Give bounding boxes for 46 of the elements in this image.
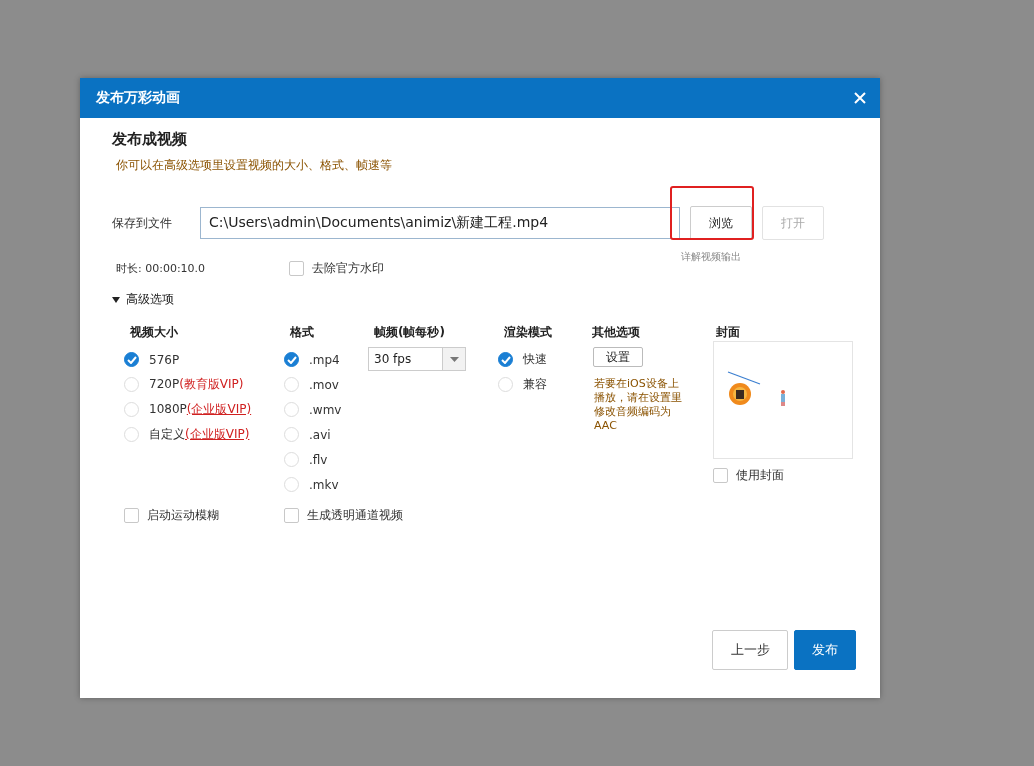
note-text: 若要在iOS设备上播放，请在设置里修改音频编码为AAC	[594, 377, 683, 433]
heading: 发布成视频	[112, 130, 188, 149]
checkbox[interactable]	[124, 508, 139, 523]
column-title: 其他选项	[592, 324, 640, 341]
close-icon[interactable]	[854, 92, 866, 104]
checkbox-label: 使用封面	[736, 467, 784, 484]
column-title: 渲染模式	[504, 324, 552, 341]
option-label: .wmv	[309, 402, 342, 417]
option-label: .mov	[309, 377, 339, 392]
checkbox-label: 启动运动模糊	[147, 507, 219, 524]
option-label: .flv	[309, 452, 328, 467]
column-title: 格式	[290, 324, 314, 341]
duration-text: 时长: 00:00:10.0	[116, 261, 207, 276]
settings-button[interactable]: 设置	[593, 347, 643, 367]
subtitle: 你可以在高级选项里设置视频的大小、格式、帧速等	[115, 157, 393, 174]
option-label: 576P	[149, 352, 180, 367]
help-link[interactable]: 详解视频输出	[681, 250, 741, 264]
option-label: .mp4	[309, 352, 340, 367]
file-button[interactable]: 浏览	[690, 206, 752, 240]
radio-button[interactable]	[284, 352, 299, 367]
column-title: 封面	[716, 324, 740, 341]
section-label: 高级选项	[126, 291, 174, 308]
publish-button[interactable]: 发布	[794, 630, 856, 670]
fps-dropdown[interactable]: 30 fps	[368, 347, 466, 371]
option-label: 720P(教育版VIP)	[149, 376, 244, 393]
column-title: 帧频(帧每秒)	[374, 324, 445, 341]
checkbox[interactable]	[713, 468, 728, 483]
checkbox[interactable]	[284, 508, 299, 523]
path-field[interactable]: C:\Users\admin\Documents\animiz\新建工程.mp4	[200, 207, 680, 239]
column-title: 视频大小	[130, 324, 178, 341]
field-label: 保存到文件	[112, 214, 173, 232]
option-label: 自定义(企业版VIP)	[149, 426, 250, 443]
option-label: 1080P(企业版VIP)	[149, 401, 252, 418]
option-label: .mkv	[309, 477, 339, 492]
dropdown-arrow-icon[interactable]	[449, 356, 459, 362]
radio-button[interactable]	[124, 352, 139, 367]
checkbox[interactable]	[289, 261, 304, 276]
expand-icon[interactable]	[112, 296, 120, 303]
option-label: 兼容	[523, 376, 547, 393]
checkbox-label: 去除官方水印	[312, 260, 384, 277]
window-title: 发布万彩动画	[96, 89, 180, 107]
radio-button[interactable]	[498, 352, 513, 367]
option-label: 快速	[523, 351, 547, 368]
option-label: .avi	[309, 427, 331, 442]
back-button[interactable]: 上一步	[712, 630, 788, 670]
checkbox-label: 生成透明通道视频	[307, 507, 403, 524]
